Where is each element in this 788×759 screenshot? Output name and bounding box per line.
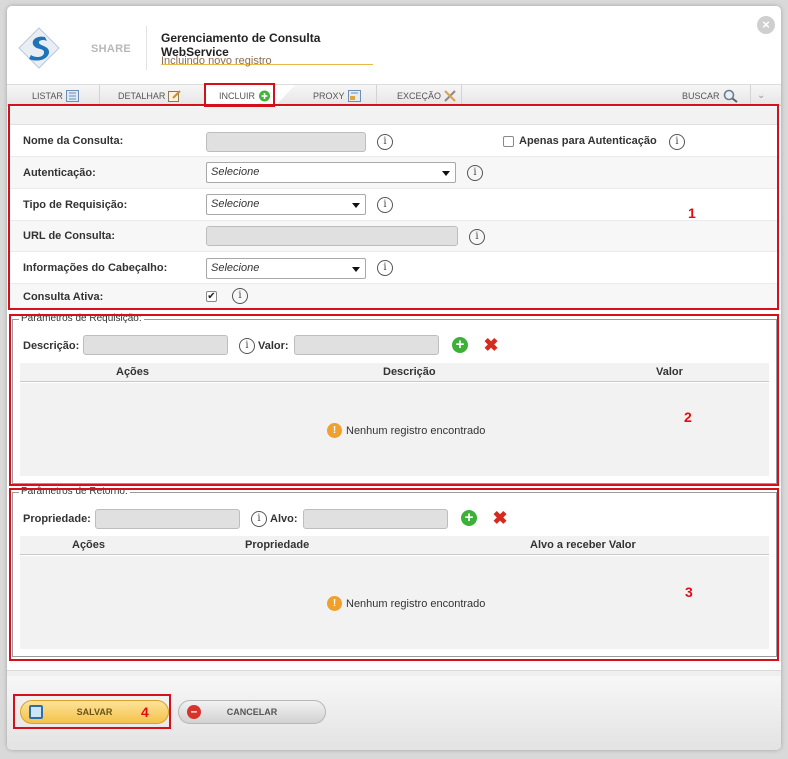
annotation-label-1: 1	[688, 205, 696, 221]
tab-listar[interactable]: LISTAR	[32, 85, 79, 106]
annotation-box-2	[9, 314, 779, 486]
cancel-icon: –	[187, 705, 201, 719]
share-logo-icon	[18, 27, 60, 69]
dialog-header: SHARE Gerenciamento de Consulta WebServi…	[7, 6, 781, 84]
annotation-box-1	[8, 104, 779, 310]
annotation-box-3	[9, 488, 779, 661]
list-icon	[65, 89, 79, 102]
dialog-window: SHARE Gerenciamento de Consulta WebServi…	[7, 6, 781, 750]
tab-label: DETALHAR	[118, 90, 166, 101]
tab-divider	[99, 85, 100, 106]
tab-divider	[461, 85, 462, 106]
tools-icon	[444, 89, 456, 102]
tab-detalhar[interactable]: DETALHAR	[118, 85, 182, 106]
tab-label: BUSCAR	[682, 90, 720, 101]
tab-divider	[376, 85, 377, 106]
collapse-toggle[interactable]: ⌄	[757, 85, 765, 106]
proxy-icon	[347, 89, 361, 102]
cancel-label: CANCELAR	[226, 707, 278, 717]
chevron-down-icon: ⌄	[757, 90, 766, 101]
tab-label: PROXY	[313, 90, 345, 101]
annotation-label-2: 2	[684, 409, 692, 425]
brand-name: SHARE	[91, 43, 132, 55]
close-button[interactable]: ×	[757, 16, 775, 34]
tab-proxy[interactable]: PROXY	[313, 85, 361, 106]
tab-notch	[275, 85, 295, 106]
tab-buscar[interactable]: BUSCAR	[682, 85, 739, 106]
tab-excecao[interactable]: EXCEÇÃO	[397, 85, 457, 106]
tab-label: LISTAR	[32, 90, 63, 101]
search-icon	[723, 89, 738, 103]
tab-bar: LISTAR DETALHAR INCLUIR PROXY EXCEÇÃO BU…	[7, 84, 781, 107]
annotation-label-4: 4	[141, 704, 149, 720]
tab-divider	[750, 85, 751, 106]
cancel-button[interactable]: – CANCELAR	[178, 700, 326, 724]
annotation-label-3: 3	[685, 584, 693, 600]
header-divider	[146, 26, 147, 70]
tab-label: EXCEÇÃO	[397, 90, 442, 101]
edit-note-icon	[168, 89, 182, 102]
close-icon: ×	[762, 17, 770, 32]
page-subtitle: Incluindo novo registro	[161, 55, 272, 67]
